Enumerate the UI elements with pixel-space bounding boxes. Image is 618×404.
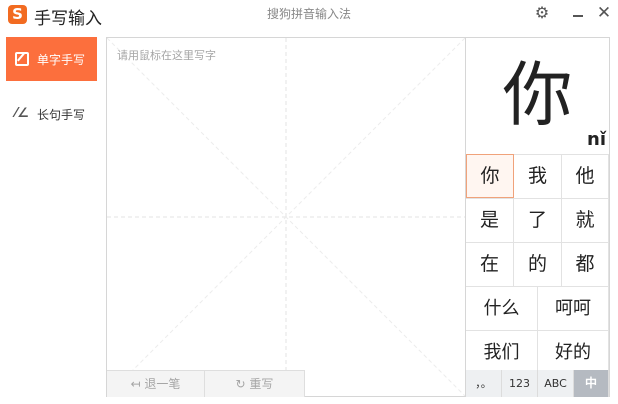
minimize-icon[interactable] <box>569 4 587 22</box>
close-icon[interactable]: ✕ <box>595 4 613 22</box>
canvas-placeholder: 请用鼠标在这里写字 <box>117 49 216 62</box>
edit-icon <box>15 52 29 66</box>
sidebar-item-single-char[interactable]: 单字手写 <box>6 37 97 81</box>
candidate-char[interactable]: 的 <box>514 242 562 286</box>
rewrite-button[interactable]: ↻ 重写 <box>205 370 305 397</box>
preview-pinyin: nǐ <box>587 129 606 150</box>
candidate-word[interactable]: 呵呵 <box>538 286 609 330</box>
sidebar-item-sentence[interactable]: ⁄∠ 长句手写 <box>6 92 97 136</box>
candidate-word[interactable]: 我们 <box>466 330 538 374</box>
candidate-word[interactable]: 好的 <box>538 330 609 374</box>
candidate-panel: 你 nǐ 你我他是了就在的都什么 呵呵 我们 好的 ，。 123 ABC 中 <box>465 37 610 397</box>
candidate-char[interactable]: 了 <box>514 198 562 242</box>
input-mode-button[interactable]: ABC <box>538 370 574 397</box>
candidate-char[interactable]: 是 <box>466 198 514 242</box>
guide-lines <box>107 38 465 396</box>
candidate-char[interactable]: 你 <box>466 154 514 198</box>
app-subtitle: 搜狗拼音输入法 <box>266 7 351 21</box>
undo-arrow-icon: ↤ <box>130 377 145 391</box>
sentence-handwrite-icon: ⁄∠ <box>15 106 29 121</box>
title-bar: S 手写输入 搜狗拼音输入法 ⚙ ✕ <box>0 0 618 29</box>
rewrite-label: 重写 <box>249 377 274 391</box>
undo-label: 退一笔 <box>144 377 181 391</box>
gear-icon[interactable]: ⚙ <box>533 4 551 22</box>
input-mode-bar: ，。 123 ABC 中 <box>466 370 609 397</box>
candidate-char[interactable]: 都 <box>562 242 609 286</box>
candidate-word[interactable]: 什么 <box>466 286 538 330</box>
input-mode-button[interactable]: 中 <box>574 370 609 397</box>
input-mode-button[interactable]: ，。 <box>466 370 502 397</box>
sidebar-item-label: 长句手写 <box>37 108 86 122</box>
candidate-char[interactable]: 在 <box>466 242 514 286</box>
refresh-icon: ↻ <box>235 377 250 391</box>
input-mode-button[interactable]: 123 <box>502 370 538 397</box>
candidate-char[interactable]: 就 <box>562 198 609 242</box>
undo-stroke-button[interactable]: ↤ 退一笔 <box>107 370 205 397</box>
candidate-char[interactable]: 他 <box>562 154 609 198</box>
preview-char: 你 <box>502 54 573 136</box>
handwriting-canvas[interactable]: 请用鼠标在这里写字 ↤ 退一笔 ↻ 重写 <box>106 37 466 397</box>
candidate-char[interactable]: 我 <box>514 154 562 198</box>
sidebar-item-label: 单字手写 <box>37 53 86 67</box>
